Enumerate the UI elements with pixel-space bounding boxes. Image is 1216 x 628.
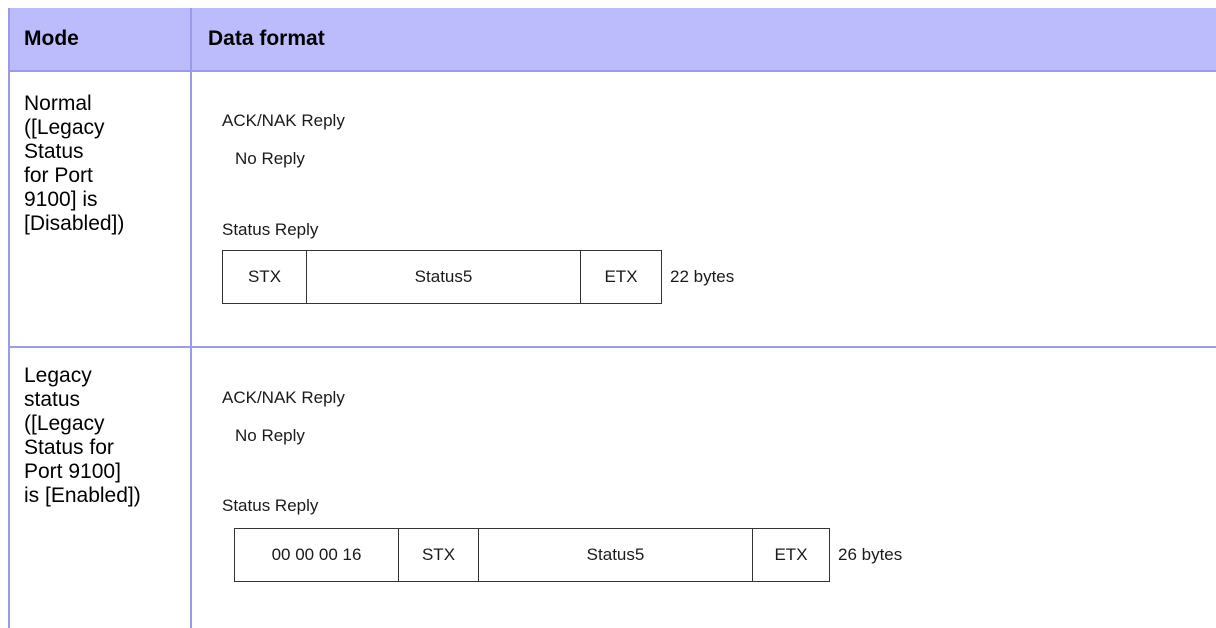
mode-line: Legacy: [24, 364, 92, 387]
header-data-format: Data format: [208, 27, 325, 50]
mode-line: status: [24, 388, 81, 411]
ack-nak-label: ACK/NAK Reply: [222, 388, 345, 407]
frame-field-length: 00 00 00 16: [235, 529, 399, 581]
frame-byte-count: 26 bytes: [838, 545, 903, 564]
frame-byte-count: 22 bytes: [670, 267, 735, 286]
frame-field-status5: Status5: [307, 251, 581, 303]
ack-nak-value: No Reply: [235, 426, 305, 445]
header-mode: Mode: [24, 27, 79, 50]
data-format-table: Mode Data format Normal ([Legacy Status …: [8, 8, 1216, 628]
status-reply-label: Status Reply: [222, 496, 319, 515]
mode-line: is [Enabled]): [24, 484, 141, 507]
mode-line: 9100] is: [24, 188, 98, 211]
status-frame-diagram: STX Status5 ETX: [222, 250, 662, 304]
mode-line: Port 9100]: [24, 460, 121, 483]
row-divider: [10, 346, 1216, 348]
ack-nak-value: No Reply: [235, 149, 305, 168]
table-row-normal-mode: Normal ([Legacy Status for Port 9100] is…: [24, 92, 184, 236]
header-divider: [190, 8, 192, 70]
column-divider: [190, 72, 192, 628]
frame-field-stx: STX: [223, 251, 307, 303]
frame-field-stx: STX: [399, 529, 479, 581]
frame-field-status5: Status5: [479, 529, 753, 581]
status-reply-label: Status Reply: [222, 220, 319, 239]
mode-line: ([Legacy: [24, 116, 105, 139]
mode-line: Normal: [24, 92, 92, 115]
frame-field-etx: ETX: [774, 545, 808, 564]
mode-line: ([Legacy: [24, 412, 105, 435]
mode-line: for Port: [24, 164, 93, 187]
status-frame-diagram: 00 00 00 16 STX Status5 ETX: [234, 528, 830, 582]
table-header: Mode Data format: [10, 8, 1216, 72]
ack-nak-label: ACK/NAK Reply: [222, 111, 345, 130]
mode-line: [Disabled]): [24, 212, 125, 235]
table-row-legacy-mode: Legacy status ([Legacy Status for Port 9…: [24, 364, 184, 508]
mode-line: Status for: [24, 436, 114, 459]
frame-field-etx: ETX: [604, 267, 638, 286]
mode-line: Status: [24, 140, 84, 163]
